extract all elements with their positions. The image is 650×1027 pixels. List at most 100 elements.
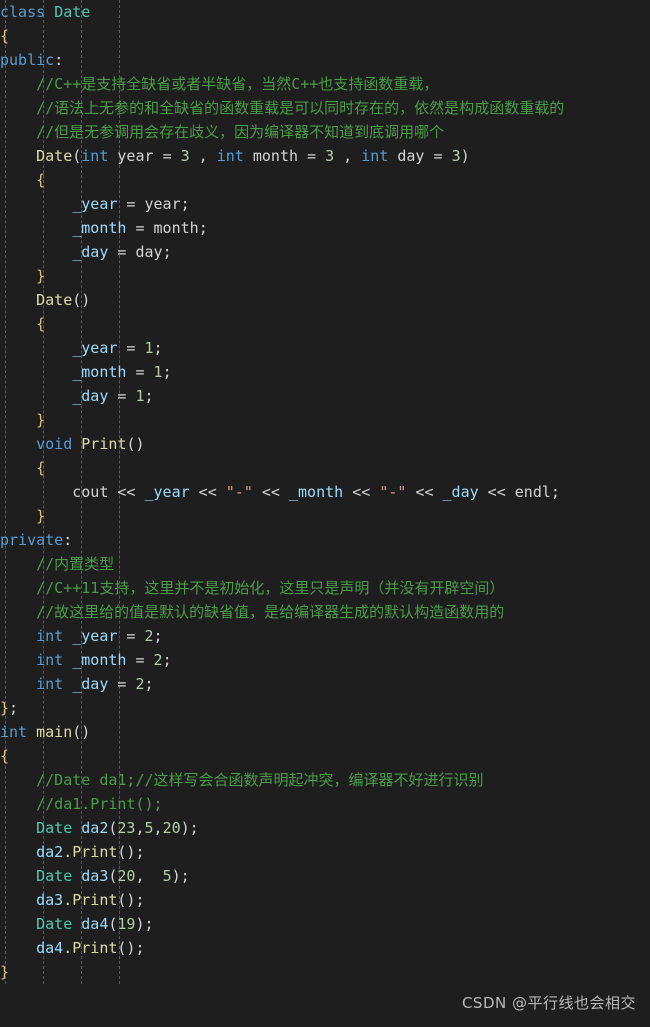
code-token-cmt: //da1.Print();	[0, 795, 163, 813]
code-line[interactable]: {	[0, 168, 650, 192]
code-token-pun: ,	[189, 147, 217, 165]
code-token-kw: void	[36, 435, 73, 453]
code-token-num: 20	[162, 819, 181, 837]
code-token-plain: cout	[72, 483, 109, 501]
code-line[interactable]: int main()	[0, 720, 650, 744]
code-token-brc: {	[0, 747, 10, 765]
code-token-str: "-"	[379, 483, 407, 501]
code-token-var: _day	[442, 483, 479, 501]
code-token-pun: .	[63, 843, 73, 861]
code-line[interactable]: Date da2(23,5,20);	[0, 816, 650, 840]
code-line[interactable]: _day = 1;	[0, 384, 650, 408]
code-token-cmt: //语法上无参的和全缺省的函数重载是可以同时存在的，依然是构成函数重载的	[0, 99, 565, 117]
code-editor[interactable]: class Date {public: //C++是支持全缺省或者半缺省，当然C+…	[0, 0, 650, 1027]
code-token-var: _month	[72, 651, 127, 669]
code-line[interactable]: {	[0, 744, 650, 768]
code-line[interactable]: _year = year;	[0, 192, 650, 216]
code-line[interactable]: private:	[0, 528, 650, 552]
code-line[interactable]: //语法上无参的和全缺省的函数重载是可以同时存在的，依然是构成函数重载的	[0, 96, 650, 120]
code-token-kw: int	[216, 147, 244, 165]
code-token-num: 3	[180, 147, 190, 165]
code-line[interactable]: int _day = 2;	[0, 672, 650, 696]
code-token-plain: month	[243, 147, 308, 165]
code-line[interactable]: //但是无参调用会存在歧义，因为编译器不知道到底调用哪个	[0, 120, 650, 144]
code-token-var: _month	[289, 483, 344, 501]
code-token-plain: =	[108, 387, 136, 405]
code-line[interactable]: Date da3(20, 5);	[0, 864, 650, 888]
code-token-plain: =	[126, 219, 154, 237]
code-token-plain: month	[153, 219, 199, 237]
code-listing[interactable]: class Date {public: //C++是支持全缺省或者半缺省，当然C+…	[0, 0, 650, 984]
code-token-pun: ;	[153, 627, 163, 645]
code-token-pun: .	[63, 891, 73, 909]
code-line[interactable]: {	[0, 312, 650, 336]
code-token-brc: }	[0, 507, 46, 525]
code-token-num: 1	[144, 339, 154, 357]
code-token-plain: =	[117, 627, 145, 645]
code-token-pun: ();	[117, 891, 145, 909]
code-line[interactable]: cout << _year << "-" << _month << "-" <<…	[0, 480, 650, 504]
code-line[interactable]: //故这里给的值是默认的缺省值，是给编译器生成的默认构造函数用的	[0, 600, 650, 624]
code-line[interactable]: };	[0, 696, 650, 720]
code-line[interactable]: void Print()	[0, 432, 650, 456]
code-token-num: 20	[117, 867, 136, 885]
code-line[interactable]: Date()	[0, 288, 650, 312]
code-line[interactable]: int _month = 2;	[0, 648, 650, 672]
code-line[interactable]: }	[0, 408, 650, 432]
code-token-plain: =	[126, 651, 154, 669]
code-token-pun: :	[54, 51, 64, 69]
code-token-kw: int	[36, 627, 64, 645]
code-token-var: _year	[72, 339, 118, 357]
code-line[interactable]: _day = day;	[0, 240, 650, 264]
code-token-plain: <<	[189, 483, 226, 501]
code-token-var: _day	[72, 243, 109, 261]
code-line[interactable]: {	[0, 24, 650, 48]
code-line[interactable]: }	[0, 960, 650, 984]
code-line[interactable]: da2.Print();	[0, 840, 650, 864]
code-line[interactable]: _month = 1;	[0, 360, 650, 384]
code-token-plain: =	[307, 147, 317, 165]
code-token-plain: =	[162, 147, 172, 165]
code-line[interactable]: class Date	[0, 0, 650, 24]
code-line[interactable]: //C++是支持全缺省或者半缺省，当然C++也支持函数重载，	[0, 72, 650, 96]
code-line[interactable]: public:	[0, 48, 650, 72]
code-line[interactable]: {	[0, 456, 650, 480]
code-line[interactable]: //C++11支持，这里并不是初始化，这里只是声明（并没有开辟空间）	[0, 576, 650, 600]
code-line[interactable]: _month = month;	[0, 216, 650, 240]
code-token-pun: :	[63, 531, 73, 549]
code-line[interactable]: Date(int year = 3 , int month = 3 , int …	[0, 144, 650, 168]
code-token-cmt: //C++11支持，这里并不是初始化，这里只是声明（并没有开辟空间）	[0, 579, 505, 597]
code-line[interactable]: //da1.Print();	[0, 792, 650, 816]
code-token-plain: =	[433, 147, 443, 165]
code-token-pun: ;	[162, 243, 172, 261]
code-token-plain: endl	[514, 483, 551, 501]
code-token-brc: }	[0, 963, 10, 981]
code-line[interactable]: da3.Print();	[0, 888, 650, 912]
code-line[interactable]: Date da4(19);	[0, 912, 650, 936]
code-line[interactable]: }	[0, 264, 650, 288]
code-token-plain: <<	[252, 483, 289, 501]
code-token-fn: Date	[36, 147, 73, 165]
code-line[interactable]: //Date da1;//这样写会合函数声明起冲突，编译器不好进行识别	[0, 768, 650, 792]
code-token-cmt: //C++是支持全缺省或者半缺省，当然C++也支持函数重载，	[0, 75, 439, 93]
code-line[interactable]: }	[0, 504, 650, 528]
code-line[interactable]: //内置类型	[0, 552, 650, 576]
code-token-var: _year	[72, 627, 118, 645]
code-line[interactable]: da4.Print();	[0, 936, 650, 960]
code-token-pun: ;	[9, 699, 19, 717]
code-line[interactable]: _year = 1;	[0, 336, 650, 360]
code-token-pun: ()	[126, 435, 145, 453]
code-line[interactable]: int _year = 2;	[0, 624, 650, 648]
